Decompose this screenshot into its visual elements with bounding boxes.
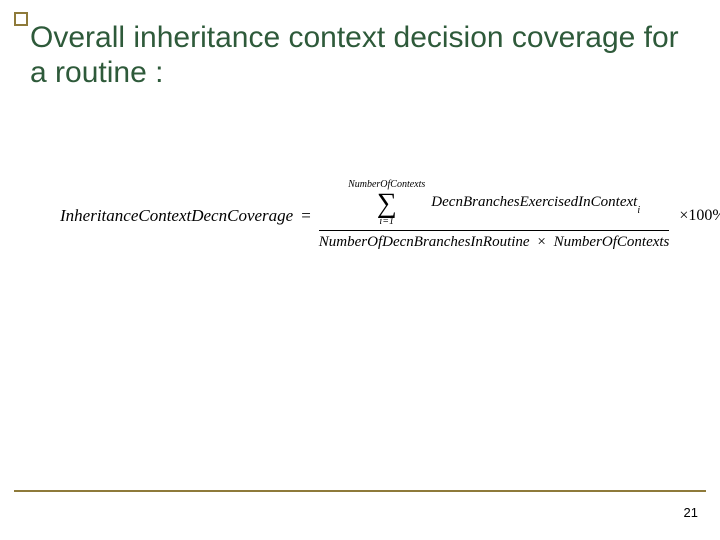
summation-row: NumberOfContexts ∑ i=1 DecnBranchesExerc…	[348, 180, 640, 227]
denom-right: NumberOfContexts	[554, 234, 670, 250]
formula-tail: ×100%	[675, 207, 720, 225]
corner-square-decoration	[14, 12, 28, 26]
fraction-bar	[319, 230, 670, 231]
sigma-box: NumberOfContexts ∑ i=1	[348, 180, 425, 227]
sigma-icon: ∑	[377, 191, 397, 216]
slide: Overall inheritance context decision cov…	[0, 0, 720, 540]
formula-row: InheritanceContextDecnCoverage = NumberO…	[60, 180, 702, 251]
formula-lhs: InheritanceContextDecnCoverage	[60, 206, 293, 226]
tail-percent: 100%	[688, 207, 720, 224]
footer-rule	[14, 490, 706, 492]
denom-left: NumberOfDecnBranchesInRoutine	[319, 234, 530, 250]
page-number: 21	[684, 505, 698, 520]
denominator: NumberOfDecnBranchesInRoutine × NumberOf…	[319, 234, 670, 251]
numerator: NumberOfContexts ∑ i=1 DecnBranchesExerc…	[348, 180, 640, 227]
sum-term-subscript: i	[637, 205, 640, 216]
denom-times-sign: ×	[533, 234, 549, 250]
formula: InheritanceContextDecnCoverage = NumberO…	[60, 180, 702, 251]
slide-title: Overall inheritance context decision cov…	[30, 20, 696, 91]
sum-lower-bound: i=1	[379, 217, 394, 227]
equals-sign: =	[299, 206, 313, 226]
summation-term: DecnBranchesExercisedInContexti	[431, 195, 640, 213]
sum-term-main: DecnBranchesExercisedInContext	[431, 194, 637, 210]
title-block: Overall inheritance context decision cov…	[14, 12, 706, 101]
fraction: NumberOfContexts ∑ i=1 DecnBranchesExerc…	[319, 180, 670, 251]
